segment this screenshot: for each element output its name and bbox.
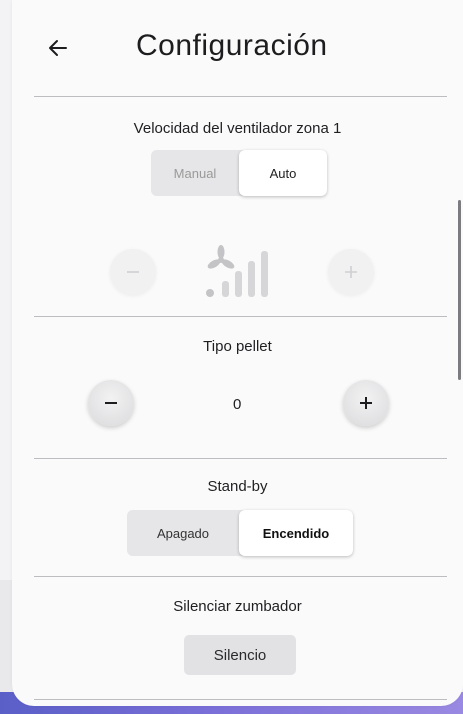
back-button[interactable] <box>40 30 76 66</box>
buzzer-title: Silenciar zumbador <box>173 598 302 615</box>
settings-panel: Configuración Velocidad del ventilador z… <box>12 0 463 706</box>
page-title: Configuración <box>136 29 328 62</box>
header: Configuración <box>12 0 463 96</box>
fan-mode-manual[interactable]: Manual <box>151 150 239 196</box>
plus-icon <box>345 266 357 278</box>
fan-mode-toggle: Manual Auto <box>151 150 327 196</box>
divider <box>34 699 447 700</box>
divider <box>34 458 447 459</box>
pellet-decrease-button[interactable] <box>88 380 134 426</box>
plus-icon <box>360 397 372 409</box>
pellet-increase-button[interactable] <box>343 380 389 426</box>
mute-button[interactable]: Silencio <box>184 635 296 675</box>
fan-speed-increase-button[interactable] <box>328 249 374 295</box>
divider <box>34 576 447 577</box>
minus-icon <box>105 402 117 404</box>
fan-speed-title: Velocidad del ventilador zona 1 <box>133 120 342 137</box>
arrow-left-icon <box>49 40 67 56</box>
standby-toggle: Apagado Encendido <box>127 510 353 556</box>
fan-speed-decrease-button[interactable] <box>110 249 156 295</box>
standby-off-option[interactable]: Apagado <box>127 510 239 556</box>
divider <box>34 316 447 317</box>
pellet-value: 0 <box>233 396 242 413</box>
standby-on-option[interactable]: Encendido <box>239 510 353 556</box>
fan-bars-icon <box>202 243 284 301</box>
pellet-type-title: Tipo pellet <box>203 338 272 355</box>
divider <box>34 96 447 97</box>
minus-icon <box>127 271 139 273</box>
fan-mode-auto[interactable]: Auto <box>239 150 327 196</box>
standby-title: Stand-by <box>207 478 268 495</box>
